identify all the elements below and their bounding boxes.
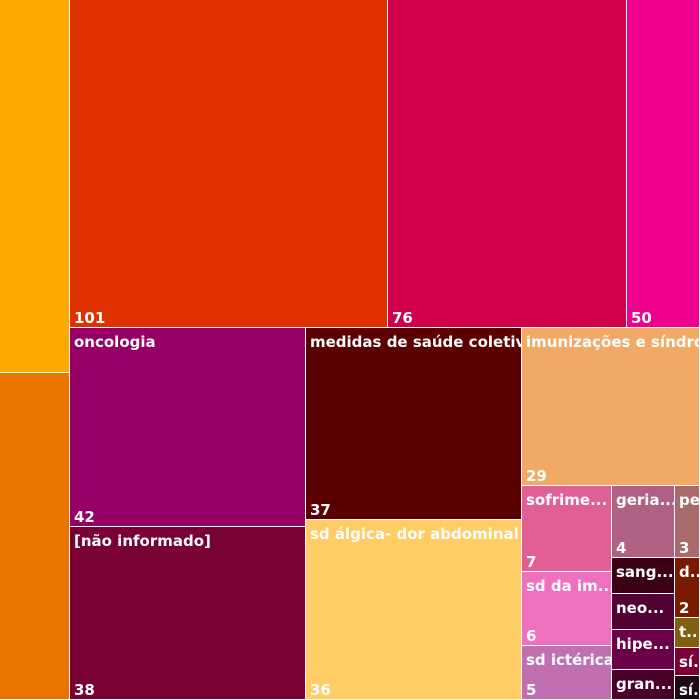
treemap-tile: sí...: [675, 676, 700, 700]
treemap-tile: sd da im... 6: [522, 572, 612, 646]
tile-label: t...: [679, 623, 699, 641]
tile-label: hipe...: [616, 635, 670, 653]
treemap-tile: t...: [675, 618, 700, 648]
tile-value: 101: [74, 309, 106, 327]
treemap-tile: neo...: [612, 594, 675, 630]
tile-value: 29: [526, 467, 547, 485]
tile-label: sofrime...: [526, 491, 608, 509]
tile-value: 42: [74, 508, 95, 526]
tile-value: 37: [310, 501, 331, 519]
tile-label: imunizações e síndrom: [526, 333, 699, 351]
treemap-tile: d... 2: [675, 558, 700, 618]
tile-label: medidas de saúde coletiva: [310, 333, 522, 351]
treemap-chart: 101 76 50 oncologia 42 medidas de saúde colet…: [0, 0, 700, 700]
treemap-tile: [0, 373, 70, 700]
tile-label: sí...: [679, 653, 699, 671]
tile-label: sd ictérica: [526, 651, 612, 669]
tile-value: 4: [616, 539, 627, 557]
tile-value: 38: [74, 681, 95, 699]
treemap-tile: medidas de saúde coletiva 37: [306, 328, 522, 520]
treemap-tile: 101: [70, 0, 388, 328]
treemap-tile: hipe...: [612, 630, 675, 670]
tile-label: sang...: [616, 563, 674, 581]
treemap-tile: [não informado] 38: [70, 527, 306, 700]
tile-label: geria...: [616, 491, 675, 509]
treemap-tile: pe... 3: [675, 486, 700, 558]
tile-value: 5: [526, 681, 537, 699]
treemap-tile: sí...: [675, 648, 700, 676]
tile-label: sd álgica- dor abdominal: [310, 525, 519, 543]
tile-label: oncologia: [74, 333, 156, 351]
tile-value: 36: [310, 681, 331, 699]
tile-label: pe...: [679, 491, 700, 509]
tile-value: 7: [526, 553, 537, 571]
treemap-tile: gran...: [612, 670, 675, 700]
tile-label: gran...: [616, 675, 673, 693]
tile-value: 76: [392, 309, 413, 327]
treemap-tile: 50: [627, 0, 700, 328]
tile-value: 50: [631, 309, 652, 327]
tile-label: sd da im...: [526, 577, 612, 595]
treemap-tile: oncologia 42: [70, 328, 306, 527]
tile-value: 2: [679, 599, 690, 617]
tile-label: neo...: [616, 599, 665, 617]
tile-value: 6: [526, 627, 537, 645]
treemap-tile: sofrime... 7: [522, 486, 612, 572]
tile-label: [não informado]: [74, 532, 211, 550]
treemap-tile: geria... 4: [612, 486, 675, 558]
treemap-tile: sd álgica- dor abdominal 36: [306, 520, 522, 700]
tile-label: sí...: [679, 681, 699, 699]
treemap-tile: imunizações e síndrom 29: [522, 328, 700, 486]
treemap-tile: sd ictérica 5: [522, 646, 612, 700]
treemap-tile: sang...: [612, 558, 675, 594]
tile-value: 3: [679, 539, 690, 557]
tile-label: d...: [679, 563, 699, 581]
treemap-tile: 76: [388, 0, 627, 328]
treemap-tile: [0, 0, 70, 373]
